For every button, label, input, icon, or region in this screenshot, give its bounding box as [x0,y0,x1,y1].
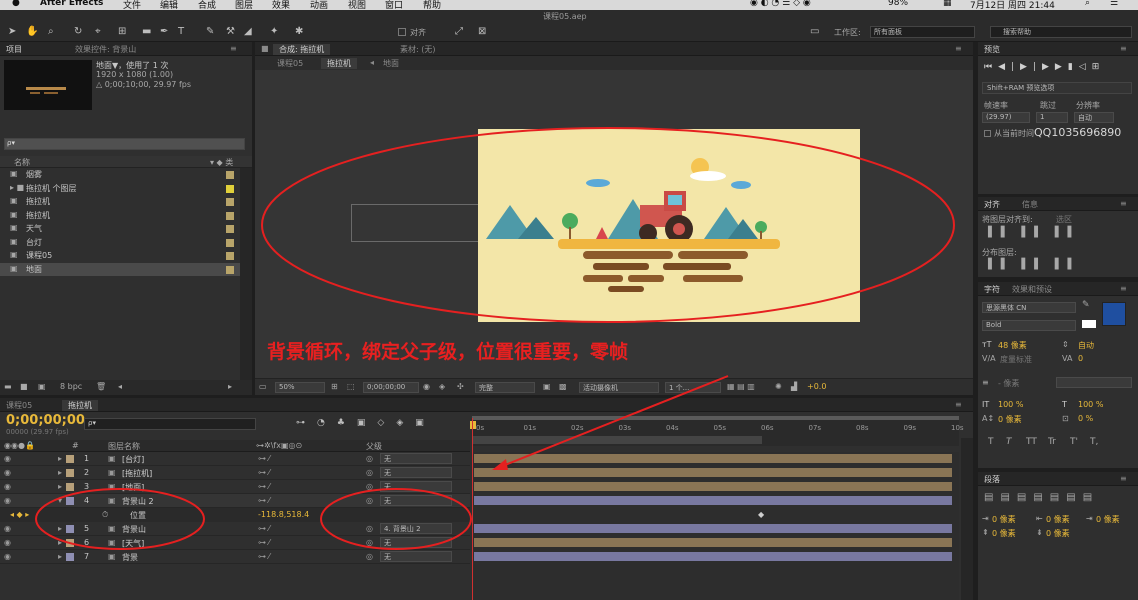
comp-highlight-ellipse [261,127,955,323]
annotation-arrow-head [492,459,508,470]
annotation-overlay [35,127,955,550]
parent-highlight-ellipse [320,488,472,550]
annotation-caption: 背景循环，绑定父子级，位置很重要，零帧 [267,341,629,363]
annotation-arrow-line [499,375,729,468]
after-effects-window: ● After Effects 文件 编辑 合成 图层 效果 动画 视图 窗口 … [0,0,1138,600]
layer-highlight-ellipse [35,488,205,550]
